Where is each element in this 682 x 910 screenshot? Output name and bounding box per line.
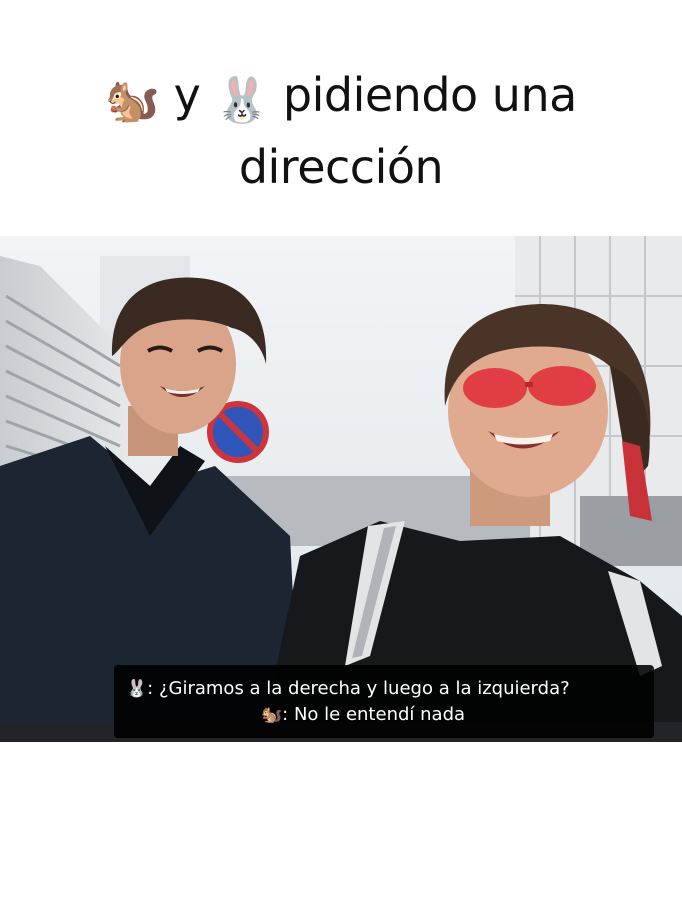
sunglasses-lens-right bbox=[528, 366, 596, 406]
subtitle-box: 🐰: ¿Giramos a la derecha y luego a la iz… bbox=[114, 665, 654, 738]
caption-text-1: pidiendo una bbox=[282, 68, 577, 122]
caption-word-y: y bbox=[173, 68, 201, 122]
post-caption: 🐿️ y 🐰 pidiendo una dirección bbox=[0, 62, 682, 200]
rabbit-icon: 🐰 bbox=[214, 75, 269, 126]
subtitle-text-2: : No le entendí nada bbox=[282, 704, 466, 725]
squirrel-icon: 🐿️ bbox=[261, 705, 283, 725]
video-frame[interactable]: 🐰: ¿Giramos a la derecha y luego a la iz… bbox=[0, 236, 682, 742]
tiktok-post: 🐿️ y 🐰 pidiendo una dirección 🐰: ¿Giramo… bbox=[0, 0, 682, 910]
squirrel-icon: 🐿️ bbox=[105, 75, 160, 126]
subtitle-line-2: 🐿️: No le entendí nada bbox=[114, 702, 654, 728]
caption-line-2: dirección bbox=[238, 140, 444, 194]
subtitle-text-1: : ¿Giramos a la derecha y luego a la izq… bbox=[147, 678, 570, 699]
sunglasses-lens-left bbox=[463, 368, 527, 408]
caption-line-1: 🐿️ y 🐰 pidiendo una bbox=[0, 62, 682, 134]
rabbit-icon: 🐰 bbox=[126, 679, 148, 699]
subtitle-line-1: 🐰: ¿Giramos a la derecha y luego a la iz… bbox=[114, 676, 654, 702]
